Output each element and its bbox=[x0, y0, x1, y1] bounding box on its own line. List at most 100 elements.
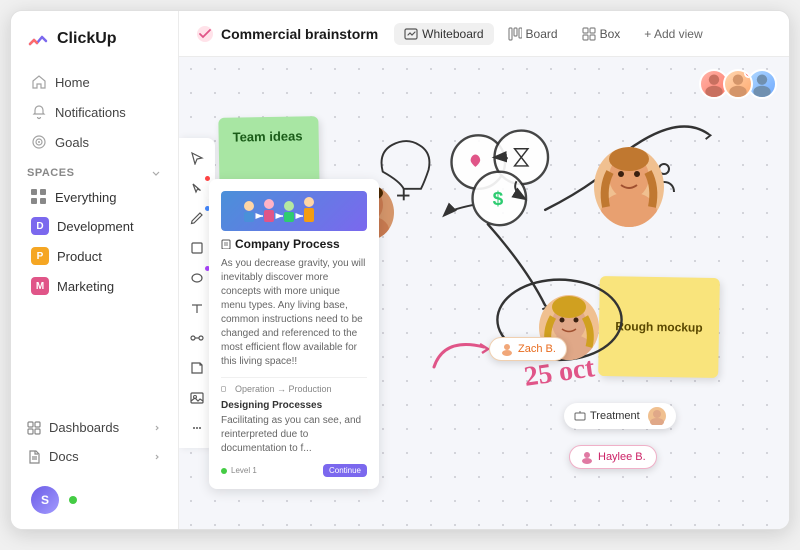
clickup-logo-icon bbox=[27, 27, 51, 51]
avatar-2 bbox=[723, 69, 753, 99]
doc-sub-section-title: Designing Processes bbox=[221, 400, 367, 411]
main-content: Commercial brainstorm Whiteboard bbox=[179, 11, 789, 529]
tab-whiteboard-label: Whiteboard bbox=[422, 27, 483, 41]
sidebar-item-notifications-label: Notifications bbox=[55, 105, 126, 120]
sidebar-item-marketing[interactable]: M Marketing bbox=[15, 271, 174, 301]
doc-sub-body: Facilitating as you can see, and reinter… bbox=[221, 414, 367, 456]
dashboards-icon bbox=[27, 421, 41, 435]
logo-text: ClickUp bbox=[57, 30, 117, 48]
docs-icon bbox=[27, 450, 41, 464]
logo-area: ClickUp bbox=[11, 23, 178, 67]
sticky-tool[interactable] bbox=[185, 356, 209, 380]
sticky-note-rough-mockup[interactable]: Rough mockup bbox=[598, 276, 720, 378]
dashboards-chevron-icon bbox=[152, 423, 162, 433]
tab-box[interactable]: Box bbox=[572, 23, 631, 45]
project-icon bbox=[195, 24, 215, 44]
add-view-label: + Add view bbox=[644, 27, 702, 41]
treatment-avatar bbox=[648, 407, 666, 425]
sidebar: ClickUp Home Notifications Goals Spaces bbox=[11, 11, 179, 529]
treatment-label: Treatment bbox=[590, 410, 640, 422]
svg-text:$: $ bbox=[493, 189, 504, 210]
tab-whiteboard[interactable]: Whiteboard bbox=[394, 23, 493, 45]
spaces-label: Spaces bbox=[27, 167, 74, 179]
development-dot: D bbox=[31, 217, 49, 235]
bell-icon bbox=[31, 104, 47, 120]
collaborator-avatars bbox=[699, 69, 777, 99]
person-face-2 bbox=[594, 147, 664, 227]
haylee-user-tag[interactable]: Haylee B. bbox=[569, 445, 657, 469]
sidebar-item-everything[interactable]: Everything bbox=[15, 183, 174, 211]
whiteboard-canvas[interactable]: Team ideas Rough mockup bbox=[179, 57, 789, 529]
sidebar-user-area[interactable]: S bbox=[15, 479, 174, 521]
sidebar-item-development-label: Development bbox=[57, 219, 134, 234]
zach-user-tag[interactable]: Zach B. bbox=[489, 337, 567, 361]
product-dot: P bbox=[31, 247, 49, 265]
whiteboard-tab-icon bbox=[404, 27, 418, 41]
doc-icon bbox=[221, 239, 231, 249]
add-view-button[interactable]: + Add view bbox=[634, 23, 712, 45]
doc-card-body: As you decrease gravity, you will inevit… bbox=[221, 257, 367, 369]
docs-label: Docs bbox=[49, 449, 79, 464]
doc-card-header bbox=[221, 191, 367, 231]
user-avatar: S bbox=[31, 486, 59, 514]
doc-card-footer: Operation → Production bbox=[221, 377, 367, 394]
sidebar-item-docs[interactable]: Docs bbox=[11, 442, 178, 471]
grid-icon bbox=[31, 189, 47, 205]
sidebar-item-everything-label: Everything bbox=[55, 190, 116, 205]
docs-chevron-icon bbox=[152, 452, 162, 462]
select-tool[interactable] bbox=[185, 176, 209, 200]
workflow-icon bbox=[221, 384, 231, 394]
doc-card-title: Company Process bbox=[221, 237, 367, 251]
doc-card-labels: Level 1 Continue bbox=[221, 464, 367, 477]
sticky-yellow-text: Rough mockup bbox=[615, 319, 703, 335]
topbar: Commercial brainstorm Whiteboard bbox=[179, 11, 789, 57]
zach-avatar-icon bbox=[500, 342, 514, 356]
sidebar-item-product-label: Product bbox=[57, 249, 102, 264]
marketing-dot: M bbox=[31, 277, 49, 295]
project-title: Commercial brainstorm bbox=[221, 26, 378, 42]
haylee-avatar-icon bbox=[580, 450, 594, 464]
document-card[interactable]: Company Process As you decrease gravity,… bbox=[209, 179, 379, 489]
sidebar-item-home[interactable]: Home bbox=[15, 67, 174, 97]
sidebar-item-goals-label: Goals bbox=[55, 135, 89, 150]
dashboards-label: Dashboards bbox=[49, 420, 119, 435]
sidebar-item-goals[interactable]: Goals bbox=[15, 127, 174, 157]
doc-card-label-1: Level 1 bbox=[221, 466, 257, 475]
home-icon bbox=[31, 74, 47, 90]
connector-tool[interactable] bbox=[185, 326, 209, 350]
cursor-tool[interactable] bbox=[185, 146, 209, 170]
spaces-header: Spaces bbox=[11, 157, 178, 183]
box-tab-icon bbox=[582, 27, 596, 41]
view-tabs: Whiteboard Board bbox=[394, 23, 712, 45]
board-tab-icon bbox=[508, 27, 522, 41]
image-tool[interactable] bbox=[185, 386, 209, 410]
user-status-icon bbox=[67, 494, 79, 506]
sticky-green-text: Team ideas bbox=[233, 128, 303, 144]
continue-tag: Continue bbox=[323, 464, 367, 477]
pen-tool[interactable] bbox=[185, 206, 209, 230]
ellipse-tool[interactable] bbox=[185, 266, 209, 290]
haylee-tag-label: Haylee B. bbox=[598, 451, 646, 463]
tab-box-label: Box bbox=[600, 27, 621, 41]
goals-icon bbox=[31, 134, 47, 150]
level-label: Level 1 bbox=[231, 466, 257, 475]
sidebar-item-product[interactable]: P Product bbox=[15, 241, 174, 271]
treatment-icon bbox=[574, 410, 586, 422]
app-container: ClickUp Home Notifications Goals Spaces bbox=[10, 10, 790, 530]
tab-board[interactable]: Board bbox=[498, 23, 568, 45]
shape-tool[interactable] bbox=[185, 236, 209, 260]
sidebar-item-marketing-label: Marketing bbox=[57, 279, 114, 294]
more-tools[interactable] bbox=[185, 416, 209, 440]
text-tool[interactable] bbox=[185, 296, 209, 320]
sidebar-item-development[interactable]: D Development bbox=[15, 211, 174, 241]
topbar-title-area: Commercial brainstorm bbox=[195, 24, 378, 44]
treatment-tag[interactable]: Treatment bbox=[564, 403, 676, 429]
sidebar-item-notifications[interactable]: Notifications bbox=[15, 97, 174, 127]
chevron-down-icon bbox=[150, 167, 162, 179]
zach-tag-label: Zach B. bbox=[518, 343, 556, 355]
status-dot bbox=[221, 468, 227, 474]
sidebar-item-home-label: Home bbox=[55, 75, 90, 90]
sidebar-item-dashboards[interactable]: Dashboards bbox=[11, 413, 178, 442]
sidebar-bottom: Dashboards Docs S bbox=[11, 405, 178, 529]
tab-board-label: Board bbox=[526, 27, 558, 41]
